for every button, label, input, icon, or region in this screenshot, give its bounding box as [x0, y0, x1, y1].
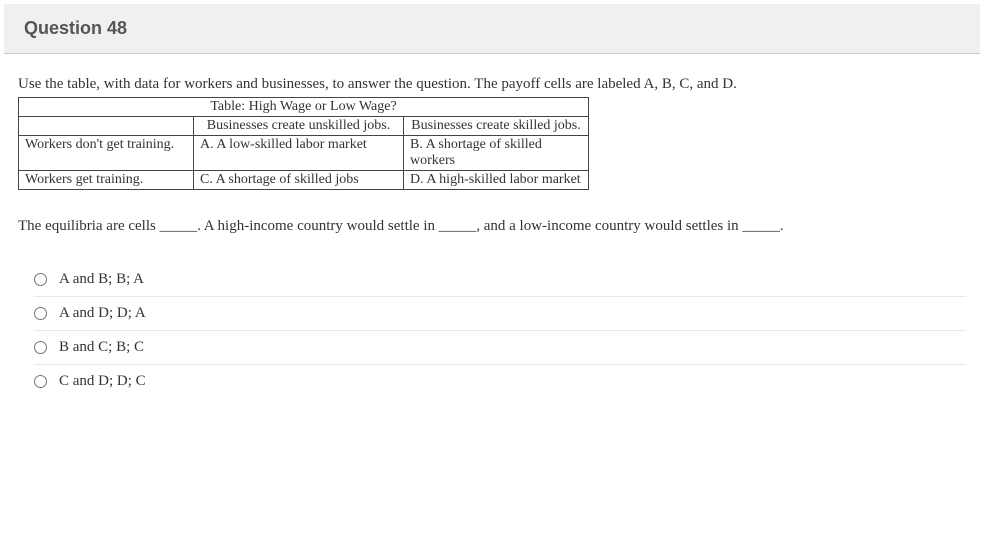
- answer-option-3[interactable]: B and C; B; C: [34, 331, 966, 365]
- answer-option-4[interactable]: C and D; D; C: [34, 365, 966, 398]
- radio-option-4[interactable]: [34, 375, 47, 388]
- answer-option-2[interactable]: A and D; D; A: [34, 297, 966, 331]
- table-cell-D: D. A high-skilled labor market: [404, 171, 589, 190]
- option-label: A and D; D; A: [59, 305, 146, 322]
- table-cell-B: B. A shortage of skilled workers: [404, 136, 589, 171]
- option-label: A and B; B; A: [59, 271, 144, 288]
- table-cell-C: C. A shortage of skilled jobs: [194, 171, 404, 190]
- table-row: Workers don't get training. A. A low-ski…: [19, 136, 589, 171]
- table-col-header-2: Businesses create skilled jobs.: [404, 117, 589, 136]
- question-header: Question 48: [4, 4, 980, 54]
- option-label: B and C; B; C: [59, 339, 144, 356]
- radio-option-2[interactable]: [34, 307, 47, 320]
- radio-option-3[interactable]: [34, 341, 47, 354]
- table-col-header-1: Businesses create unskilled jobs.: [194, 117, 404, 136]
- option-label: C and D; D; C: [59, 373, 146, 390]
- answer-option-1[interactable]: A and B; B; A: [34, 263, 966, 297]
- table-caption: Table: High Wage or Low Wage?: [19, 98, 589, 117]
- table-corner: [19, 117, 194, 136]
- question-intro: Use the table, with data for workers and…: [18, 76, 966, 93]
- table-cell-A: A. A low-skilled labor market: [194, 136, 404, 171]
- table-row-label-1: Workers don't get training.: [19, 136, 194, 171]
- radio-option-1[interactable]: [34, 273, 47, 286]
- question-content: Use the table, with data for workers and…: [0, 54, 984, 420]
- payoff-table: Table: High Wage or Low Wage? Businesses…: [18, 97, 589, 190]
- question-title: Question 48: [24, 18, 960, 39]
- question-prompt: The equilibria are cells _____. A high-i…: [18, 218, 966, 235]
- table-row: Workers get training. C. A shortage of s…: [19, 171, 589, 190]
- answer-options: A and B; B; A A and D; D; A B and C; B; …: [18, 263, 966, 398]
- table-row-label-2: Workers get training.: [19, 171, 194, 190]
